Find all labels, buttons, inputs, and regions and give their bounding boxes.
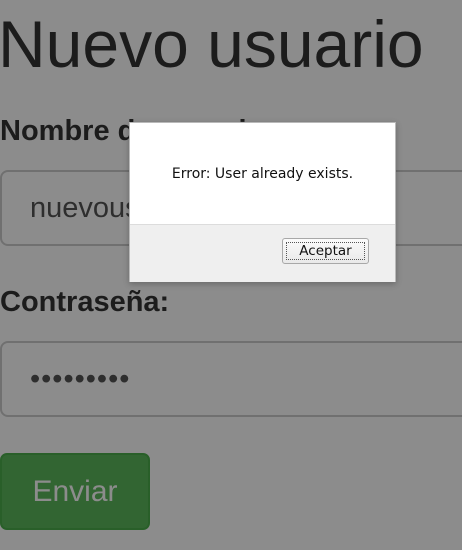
page: Nuevo usuario Nombre de usuario: Contras… [0, 0, 462, 550]
accept-button-label: Aceptar [299, 243, 352, 259]
alert-body: Error: User already exists. [130, 123, 395, 224]
accept-button[interactable]: Aceptar [282, 238, 369, 264]
alert-dialog: Error: User already exists. Aceptar [129, 122, 396, 282]
alert-message: Error: User already exists. [171, 165, 354, 182]
alert-footer: Aceptar [130, 224, 395, 282]
